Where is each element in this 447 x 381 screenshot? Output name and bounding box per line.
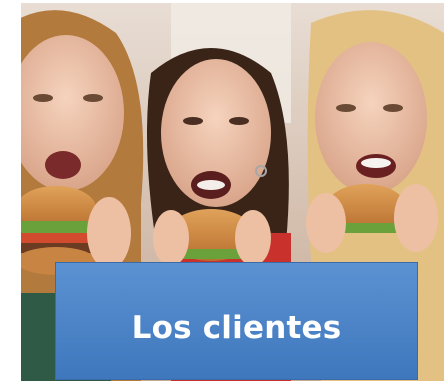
caption-box: Los clientes [55, 262, 418, 380]
caption-title: Los clientes [131, 310, 342, 346]
